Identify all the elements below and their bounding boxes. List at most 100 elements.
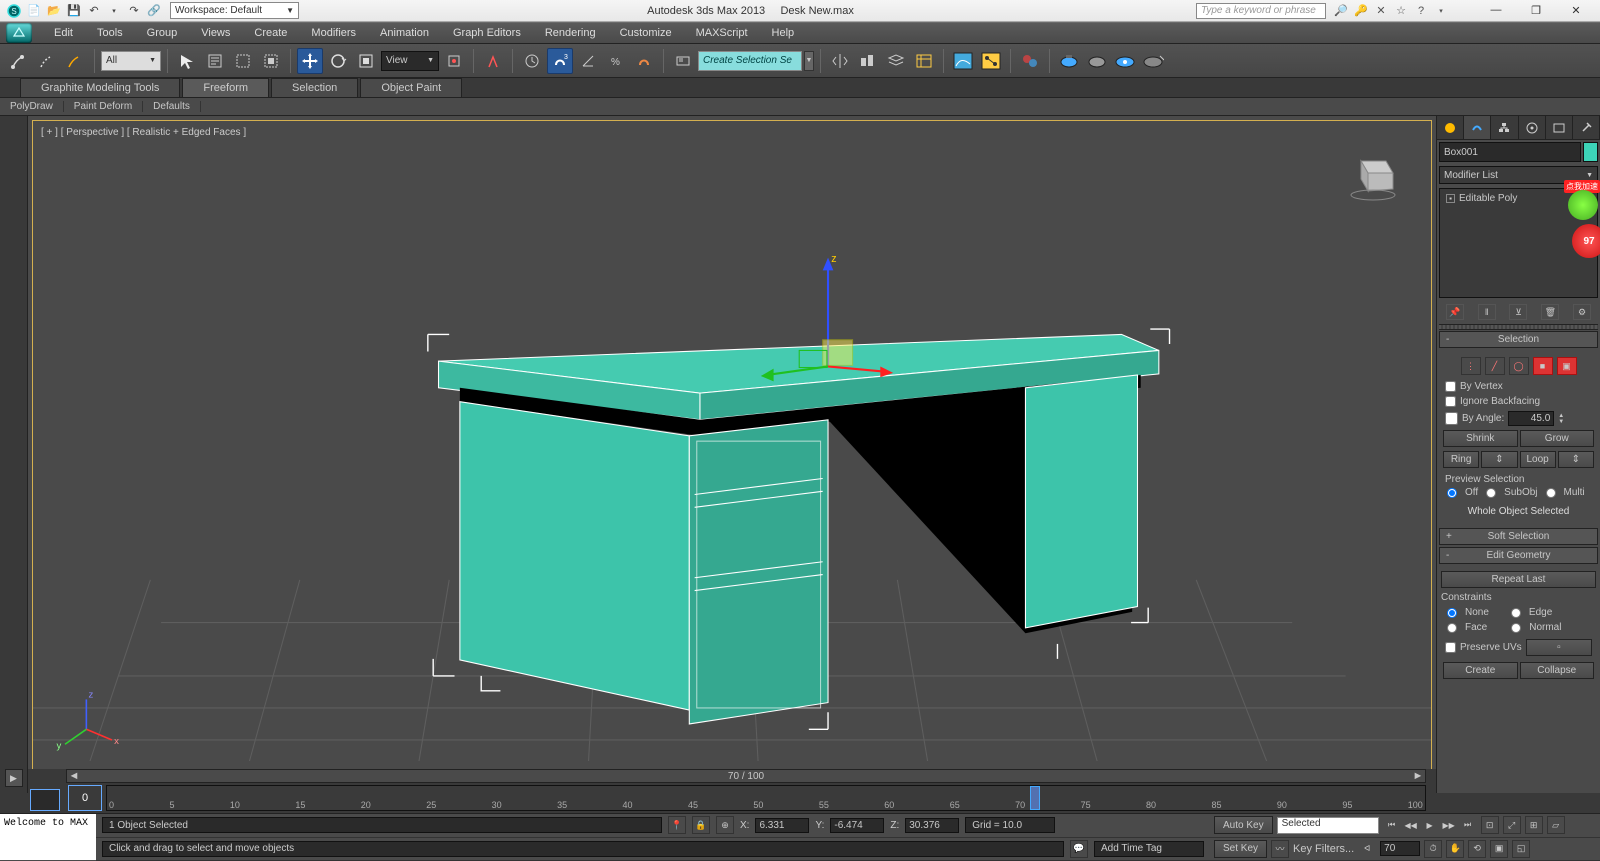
redo-icon[interactable]: ↷ [126,3,142,19]
field-of-view-icon[interactable]: ▱ [1547,816,1565,834]
layers-icon[interactable] [883,48,909,74]
open-file-icon[interactable]: 📂 [46,3,62,19]
modify-tab-icon[interactable] [1464,116,1491,139]
loop-button[interactable]: Loop [1520,451,1556,468]
menu-tools[interactable]: Tools [85,22,135,44]
ignore-backfacing-check[interactable]: Ignore Backfacing [1441,394,1596,409]
constraint-none-radio[interactable] [1447,608,1457,618]
menu-maxscript[interactable]: MAXScript [684,22,760,44]
next-frame-icon[interactable]: ▶▶ [1440,816,1458,834]
perspective-viewport[interactable]: [ + ] [ Perspective ] [ Realistic + Edge… [32,120,1432,789]
constraint-edge-radio[interactable] [1511,608,1521,618]
select-region-icon[interactable] [230,48,256,74]
element-subobj-icon[interactable]: ▣ [1557,357,1577,375]
key-mode-icon[interactable]: 〰 [1271,840,1289,858]
collapse-button[interactable]: Collapse [1520,662,1595,679]
by-angle-check[interactable] [1445,412,1458,425]
shrink-button[interactable]: Shrink [1443,430,1518,447]
y-coord-input[interactable]: -6.474 [830,818,884,833]
window-crossing-icon[interactable] [258,48,284,74]
expand-icon[interactable]: ▪ [1446,194,1455,203]
spinner-arrows[interactable]: ▲▼ [1558,413,1568,425]
align-icon[interactable] [855,48,881,74]
communication-icon[interactable]: 💬 [1070,840,1088,858]
menu-edit[interactable]: Edit [42,22,85,44]
menu-rendering[interactable]: Rendering [533,22,608,44]
zoom-extents-icon[interactable]: ⤢ [1503,816,1521,834]
overlay-sticker[interactable]: 点我加速 97 [1556,180,1600,270]
zoom-all-icon[interactable]: ⊞ [1525,816,1543,834]
application-button[interactable] [6,23,32,43]
edit-named-set-icon[interactable] [670,48,696,74]
angle-snap-icon[interactable] [575,48,601,74]
make-unique-icon[interactable]: ⊻ [1509,304,1527,320]
orbit-view-icon[interactable]: ⟲ [1468,840,1486,858]
render-production-icon[interactable] [1112,48,1138,74]
render-setup-icon[interactable] [1056,48,1082,74]
ribbon-sub-defaults[interactable]: Defaults [143,101,201,112]
border-subobj-icon[interactable]: ◯ [1509,357,1529,375]
reference-coord-dropdown[interactable]: View▼ [381,51,439,71]
menu-group[interactable]: Group [135,22,190,44]
by-vertex-check[interactable]: By Vertex [1441,379,1596,394]
lock-selection-icon[interactable]: 📍 [668,816,686,834]
motion-tab-icon[interactable] [1519,116,1546,139]
angle-spinner[interactable]: 45.0 [1508,411,1554,426]
select-by-name-icon[interactable] [202,48,228,74]
object-color-swatch[interactable] [1583,142,1598,162]
select-rotate-icon[interactable] [325,48,351,74]
select-manipulate-icon[interactable] [480,48,506,74]
goto-end-icon[interactable]: ⏭ [1459,816,1477,834]
maximize-viewport-icon[interactable]: ▣ [1490,840,1508,858]
rendered-frame-icon[interactable] [1084,48,1110,74]
x-coord-input[interactable]: 6.331 [755,818,809,833]
vertex-subobj-icon[interactable]: ⋮ [1461,357,1481,375]
preview-off-radio[interactable] [1447,488,1457,498]
prev-key-icon[interactable]: ᐊ [1358,840,1376,858]
display-tab-icon[interactable] [1546,116,1573,139]
binoculars-icon[interactable]: 🔎 [1334,4,1348,18]
auto-key-button[interactable]: Auto Key [1214,816,1273,834]
edit-geometry-header[interactable]: - Edit Geometry [1439,547,1598,564]
expand-trackbar-icon[interactable]: ▶ [5,769,23,787]
material-editor-icon[interactable] [1017,48,1043,74]
maxscript-listener[interactable]: Welcome to MAX [0,814,96,860]
percent-snap-icon[interactable]: % [603,48,629,74]
preview-multi-radio[interactable] [1546,488,1556,498]
loop-spinner[interactable]: ⇕ [1558,451,1594,468]
select-link-icon[interactable] [6,48,32,74]
mirror-icon[interactable] [827,48,853,74]
select-object-icon[interactable] [174,48,200,74]
timeline-left-arrow[interactable]: ◄ [67,770,81,782]
prev-frame-icon[interactable]: ◀◀ [1402,816,1420,834]
close-button[interactable]: ✕ [1566,4,1586,17]
repeat-last-button[interactable]: Repeat Last [1441,571,1596,588]
help-icon[interactable]: ? [1414,4,1428,18]
ribbon-tab-freeform[interactable]: Freeform [182,78,269,97]
app-menu-icon[interactable]: S [6,3,22,19]
named-set-input[interactable]: Create Selection Se [698,51,802,71]
edge-subobj-icon[interactable]: ╱ [1485,357,1505,375]
preserve-uvs-check[interactable]: Preserve UVs ▫ [1441,635,1596,660]
workspace-selector[interactable]: Workspace: Default ▼ [170,2,299,19]
snap-toggle-icon[interactable]: 3 [547,48,573,74]
ring-button[interactable]: Ring [1443,451,1479,468]
isolate-selection-icon[interactable]: ⊡ [1481,816,1499,834]
object-name-input[interactable] [1439,142,1581,162]
create-button[interactable]: Create [1443,662,1518,679]
select-scale-icon[interactable] [353,48,379,74]
track-view-thumb[interactable] [30,789,60,811]
undo-icon[interactable]: ↶ [86,3,102,19]
timeline-frame-box[interactable]: 0 [68,785,102,811]
selection-rollout-header[interactable]: - Selection [1439,331,1598,348]
menu-views[interactable]: Views [189,22,242,44]
hierarchy-tab-icon[interactable] [1491,116,1518,139]
selection-lock-icon[interactable]: 🔒 [692,816,710,834]
minimize-button[interactable]: — [1486,4,1506,17]
grow-button[interactable]: Grow [1520,430,1595,447]
constraint-face-radio[interactable] [1447,623,1457,633]
layer-manager-icon[interactable] [911,48,937,74]
select-move-icon[interactable] [297,48,323,74]
ribbon-tab-objectpaint[interactable]: Object Paint [360,78,462,97]
ribbon-sub-polydraw[interactable]: PolyDraw [0,101,64,112]
